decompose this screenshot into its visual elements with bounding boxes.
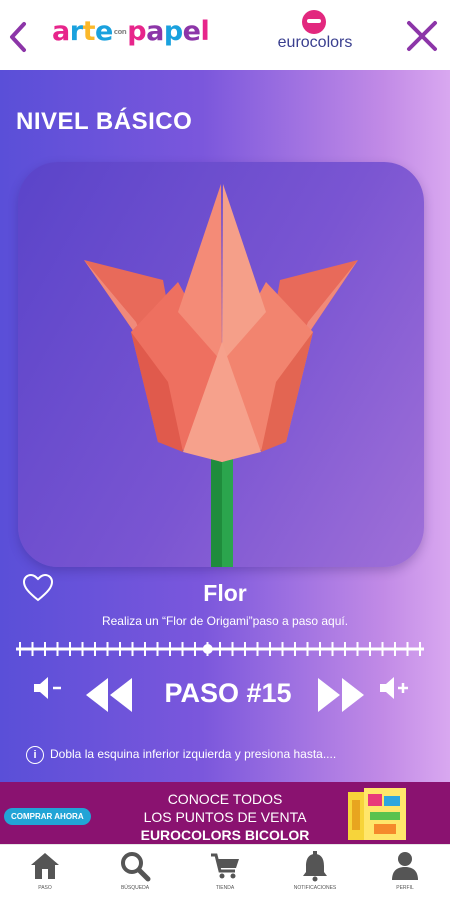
brand-name: eurocolors bbox=[277, 34, 353, 51]
volume-down-icon[interactable] bbox=[32, 674, 64, 702]
arte-papel-logo: arteconpapel bbox=[52, 16, 210, 47]
promo-banner[interactable]: COMPRAR AHORA CONOCE TODOS LOS PUNTOS DE… bbox=[0, 782, 450, 844]
level-title: NIVEL BÁSICO bbox=[16, 108, 193, 135]
rewind-icon[interactable] bbox=[84, 676, 134, 714]
instruction-text: Dobla la esquina inferior izquierda y pr… bbox=[50, 747, 337, 762]
home-icon bbox=[31, 853, 59, 879]
nav-item-profile[interactable]: PERFIL bbox=[360, 845, 450, 901]
nav-item-notifications[interactable]: NOTIFICACIONES bbox=[270, 845, 360, 901]
lesson-panel: NIVEL BÁSICO Flor Realiza un “Flor de Or… bbox=[0, 70, 450, 782]
chevron-left-icon[interactable] bbox=[6, 18, 30, 56]
nav-label: PASO bbox=[38, 885, 52, 891]
nav-label: PERFIL bbox=[396, 885, 414, 891]
playback-controls: PASO #15 bbox=[0, 670, 450, 726]
nav-label: TIENDA bbox=[215, 885, 235, 891]
info-icon: i bbox=[26, 746, 44, 764]
slider-thumb[interactable] bbox=[202, 644, 213, 654]
nav-label: NOTIFICACIONES bbox=[293, 885, 337, 891]
step-progress-slider[interactable] bbox=[16, 636, 424, 662]
bottom-navigation: PASO BÚSQUEDA TIENDA NOTIFICACIONES PERF… bbox=[0, 844, 450, 901]
promo-line-2: LOS PUNTOS DE VENTA bbox=[143, 809, 307, 825]
nav-item-store[interactable]: TIENDA bbox=[180, 845, 270, 901]
bell-icon bbox=[303, 851, 327, 882]
search-icon bbox=[121, 852, 151, 882]
promo-line-3: EUROCOLORS BICOLOR bbox=[140, 827, 310, 843]
lesson-title: Flor bbox=[203, 580, 247, 606]
lesson-subtitle: Realiza un “Flor de Origami”paso a paso … bbox=[101, 614, 349, 628]
nav-item-search[interactable]: BÚSQUEDA bbox=[90, 845, 180, 901]
user-icon bbox=[392, 852, 418, 880]
step-instruction: i Dobla la esquina inferior izquierda y p… bbox=[26, 746, 436, 764]
cart-icon bbox=[211, 853, 239, 879]
volume-up-icon[interactable] bbox=[378, 674, 410, 702]
nav-item-home[interactable]: PASO bbox=[0, 845, 90, 901]
step-label: PASO #15 bbox=[164, 678, 292, 708]
promo-text: CONOCE TODOS LOS PUNTOS DE VENTA EUROCOL… bbox=[110, 790, 340, 844]
origami-illustration-card bbox=[18, 162, 424, 567]
app-header: arteconpapel eurocolors bbox=[0, 0, 450, 70]
nav-label: BÚSQUEDA bbox=[120, 885, 150, 891]
promo-line-1: CONOCE TODOS bbox=[167, 791, 283, 807]
fast-forward-icon[interactable] bbox=[316, 676, 366, 714]
eurocolors-logo: eurocolors bbox=[266, 10, 364, 60]
tulip-illustration bbox=[84, 184, 358, 567]
product-box-image bbox=[348, 788, 406, 840]
close-icon[interactable] bbox=[404, 18, 440, 54]
buy-now-button[interactable]: COMPRAR AHORA bbox=[4, 808, 91, 825]
eurocolors-mark bbox=[302, 10, 326, 34]
